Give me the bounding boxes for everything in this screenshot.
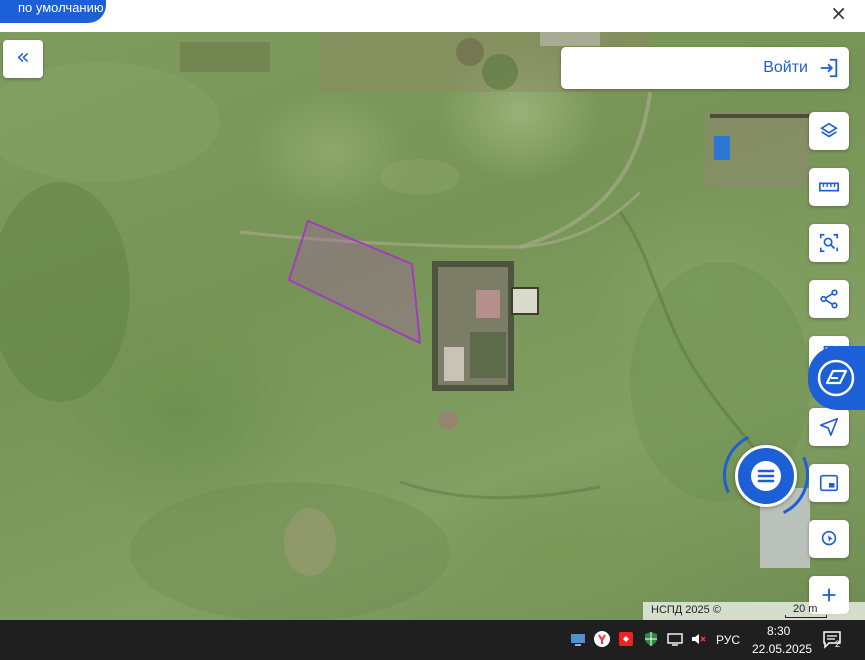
antivirus-tray-icon[interactable] <box>618 631 634 647</box>
layers-button[interactable] <box>809 112 849 150</box>
measure-button[interactable] <box>809 168 849 206</box>
map-attribution: НСПД 2025 © 20 m <box>643 602 865 620</box>
location-icon <box>821 530 837 546</box>
chat-button[interactable] <box>735 445 797 507</box>
login-arrow-icon <box>820 58 838 78</box>
collapse-panel-button[interactable]: « <box>3 40 43 78</box>
notifications-icon[interactable] <box>822 630 844 650</box>
clock-time[interactable]: 8:30 <box>767 624 790 638</box>
scale-bar <box>785 615 827 618</box>
minimap-icon <box>819 474 839 492</box>
notification-count: 2 <box>835 639 841 649</box>
close-icon[interactable]: × <box>830 3 847 23</box>
default-basemap-label[interactable]: по умолчанию <box>0 0 106 23</box>
geolocation-button[interactable] <box>809 520 849 558</box>
layers-icon <box>820 122 838 138</box>
pkk-panel-button[interactable] <box>808 346 865 410</box>
language-indicator[interactable]: РУС <box>716 633 740 647</box>
chat-icon <box>751 461 781 491</box>
scale-label: 20 m <box>793 603 818 615</box>
share-button[interactable] <box>809 280 849 318</box>
area-search-button[interactable] <box>809 224 849 262</box>
login-button[interactable]: Войти <box>561 47 849 89</box>
satellite-map[interactable] <box>0 32 865 620</box>
minimap-button[interactable] <box>809 464 849 502</box>
map-terrain <box>0 32 810 620</box>
share-icon <box>820 289 838 309</box>
copyright-text: НСПД 2025 © <box>651 604 721 616</box>
ruler-icon <box>819 182 839 192</box>
navigate-button[interactable] <box>809 408 849 446</box>
top-bar: по умолчанию × <box>0 0 865 32</box>
login-label: Войти <box>763 59 808 76</box>
clock-date[interactable]: 22.05.2025 <box>752 642 812 656</box>
map-book-icon <box>817 359 855 397</box>
monitor-tray-icon[interactable] <box>570 631 586 647</box>
network-icon[interactable] <box>667 631 683 647</box>
yandex-browser-icon[interactable] <box>594 631 610 647</box>
cadastral-parcel[interactable] <box>287 219 422 345</box>
taskbar: РУС 8:30 22.05.2025 2 <box>0 620 865 660</box>
area-search-icon <box>819 233 839 253</box>
security-shield-icon[interactable] <box>643 631 659 647</box>
volume-muted-icon[interactable] <box>690 631 706 647</box>
navigate-icon <box>819 417 839 437</box>
